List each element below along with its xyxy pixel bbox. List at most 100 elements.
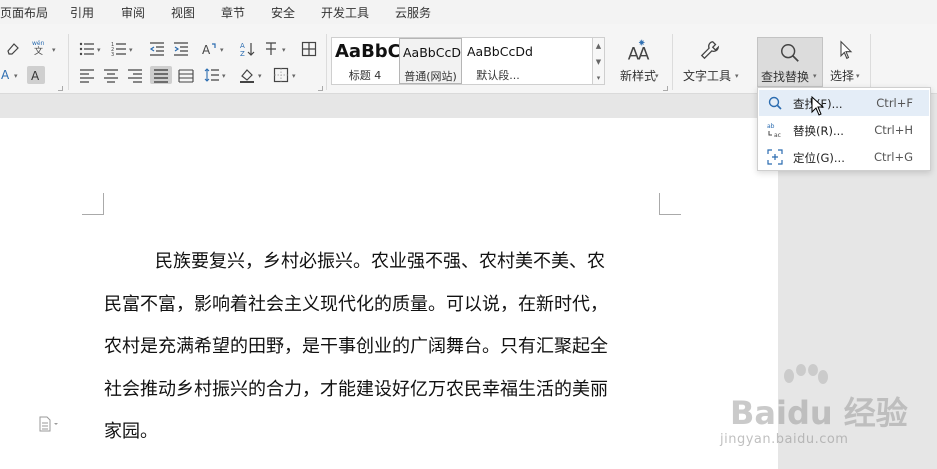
menu-page-layout[interactable]: 页面布局 bbox=[0, 4, 48, 21]
group-divider bbox=[870, 34, 871, 90]
align-left-icon[interactable] bbox=[78, 66, 96, 84]
chevron-down-icon[interactable]: ▾ bbox=[258, 72, 262, 80]
style-sample: AaBbCcDd bbox=[467, 44, 533, 59]
distributed-align-icon[interactable] bbox=[177, 66, 195, 84]
table-grid-icon[interactable] bbox=[300, 40, 318, 58]
chevron-down-icon[interactable]: ▾ bbox=[282, 46, 286, 54]
chevron-down-icon[interactable]: ▾ bbox=[735, 72, 739, 80]
watermark-url: jingyan.baidu.com bbox=[720, 432, 849, 447]
crop-mark-top-right bbox=[659, 193, 681, 215]
align-right-icon[interactable] bbox=[126, 66, 144, 84]
menu-item-shortcut: Ctrl+F bbox=[876, 96, 913, 110]
svg-text:文: 文 bbox=[34, 45, 43, 55]
menu-cloud-service[interactable]: 云服务 bbox=[395, 4, 431, 21]
chevron-down-icon[interactable]: ▾ bbox=[856, 72, 860, 80]
select-button[interactable]: 选择 bbox=[826, 34, 866, 90]
menu-item-label: 替换(R)... bbox=[793, 124, 844, 138]
menu-developer-tools[interactable]: 开发工具 bbox=[321, 4, 369, 21]
menu-item-goto[interactable]: 定位(G)... Ctrl+G bbox=[759, 144, 929, 170]
menu-review[interactable]: 审阅 bbox=[121, 4, 145, 21]
new-style-button[interactable]: AA 新样式 bbox=[610, 34, 666, 90]
style-name: 普通(网站) bbox=[404, 70, 457, 83]
svg-text:A: A bbox=[638, 43, 650, 63]
chevron-down-icon[interactable]: ▾ bbox=[220, 46, 224, 54]
style-gallery: AaBbC 标题 4 AaBbCcD 普通(网站) AaBbCcDd 默认段..… bbox=[331, 37, 593, 85]
style-name: 标题 4 bbox=[348, 69, 382, 82]
scroll-down-icon[interactable]: ▼ bbox=[593, 54, 604, 70]
select-label: 选择 bbox=[830, 69, 855, 83]
chevron-down-icon[interactable]: ▾ bbox=[292, 72, 296, 80]
style-name: 默认段... bbox=[476, 69, 520, 82]
magnifier-icon bbox=[776, 39, 804, 67]
paragraph-line: 民族要复兴，乡村必振兴。农业强不强、农村美不美、农 bbox=[155, 251, 605, 272]
svg-text:ab: ab bbox=[767, 123, 775, 130]
svg-text:3: 3 bbox=[111, 52, 114, 57]
chevron-down-icon[interactable]: ▾ bbox=[129, 46, 133, 54]
menu-item-shortcut: Ctrl+G bbox=[873, 150, 913, 164]
align-center-icon[interactable] bbox=[102, 66, 120, 84]
menu-item-find[interactable]: 查找(F)... Ctrl+F bbox=[759, 90, 929, 116]
paragraph-line: 家园。 bbox=[104, 421, 158, 442]
menu-security[interactable]: 安全 bbox=[271, 4, 295, 21]
chevron-down-icon[interactable]: ▾ bbox=[52, 46, 56, 54]
mouse-cursor-icon bbox=[811, 95, 825, 116]
bullet-list-icon[interactable] bbox=[78, 40, 96, 58]
crop-mark-top-left bbox=[82, 193, 104, 215]
style-default-paragraph[interactable]: AaBbCcDd 默认段... bbox=[464, 38, 533, 84]
style-gallery-scroller[interactable]: ▲ ▼ ▾ bbox=[593, 37, 605, 85]
paragraph-line: 社会推动乡村振兴的合力，才能建设好亿万农民幸福生活的美丽 bbox=[104, 378, 608, 400]
paragraph-menu-icon[interactable] bbox=[38, 416, 58, 432]
menu-item-shortcut: Ctrl+H bbox=[874, 123, 913, 137]
menu-view[interactable]: 视图 bbox=[171, 4, 195, 21]
menu-item-replace[interactable]: ab ac 替换(R)... Ctrl+H bbox=[759, 117, 929, 143]
increase-indent-icon[interactable] bbox=[172, 40, 190, 58]
svg-text:A: A bbox=[202, 43, 211, 57]
new-style-icon: AA bbox=[624, 36, 652, 64]
numbered-list-icon[interactable]: 123 bbox=[110, 40, 128, 58]
ribbon: wén 文 ▾ A ▾ A ▾ 123 ▾ A ▾ AZ ▾ ▾ ▾ ▾ AaB… bbox=[0, 24, 937, 94]
align-justify-icon[interactable] bbox=[150, 66, 172, 84]
group-divider bbox=[68, 34, 69, 90]
find-replace-menu: 查找(F)... Ctrl+F ab ac 替换(R)... Ctrl+H 定位(… bbox=[757, 87, 931, 171]
text-tools-label: 文字工具 bbox=[683, 69, 732, 83]
search-icon bbox=[767, 95, 783, 111]
style-sample: AaBbCcD bbox=[403, 45, 461, 60]
chevron-down-icon[interactable]: ▾ bbox=[97, 46, 101, 54]
phonetic-guide-icon[interactable]: wén 文 bbox=[30, 38, 48, 56]
border-icon[interactable] bbox=[272, 66, 290, 84]
chevron-down-icon[interactable]: ▾ bbox=[655, 72, 659, 80]
shading-icon[interactable] bbox=[238, 66, 256, 84]
decrease-indent-icon[interactable] bbox=[148, 40, 166, 58]
chevron-down-icon[interactable]: ▾ bbox=[14, 72, 18, 80]
group-divider bbox=[672, 34, 673, 90]
chevron-down-icon[interactable]: ▾ bbox=[813, 72, 817, 80]
scroll-up-icon[interactable]: ▲ bbox=[593, 38, 604, 54]
pointer-arrow-icon bbox=[832, 36, 860, 64]
menu-references[interactable]: 引用 bbox=[70, 4, 94, 21]
document-paragraph[interactable]: 民族要复兴，乡村必振兴。农业强不强、农村美不美、农 民富不富，影响着社会主义现代… bbox=[104, 241, 664, 454]
wrench-icon bbox=[696, 36, 724, 64]
svg-text:wén: wén bbox=[32, 40, 45, 47]
group-divider bbox=[326, 34, 327, 90]
svg-text:A: A bbox=[31, 69, 40, 83]
eraser-icon[interactable] bbox=[4, 40, 22, 58]
line-spacing-icon[interactable] bbox=[203, 66, 221, 84]
baidu-watermark: Baidu 经验 jingyan.baidu.com bbox=[720, 362, 930, 462]
style-normal-web[interactable]: AaBbCcD 普通(网站) bbox=[399, 38, 462, 84]
sort-icon[interactable]: AZ bbox=[238, 40, 256, 58]
goto-target-icon bbox=[767, 149, 783, 165]
chevron-down-icon[interactable]: ▾ bbox=[222, 72, 226, 80]
menu-section[interactable]: 章节 bbox=[221, 4, 245, 21]
text-tools-button[interactable]: 文字工具 bbox=[678, 34, 742, 90]
svg-text:Z: Z bbox=[240, 50, 245, 57]
group-launcher-icon[interactable] bbox=[318, 86, 323, 91]
show-marks-icon[interactable] bbox=[262, 40, 280, 58]
paragraph-line: 农村是充满希望的田野，是干事创业的广阔舞台。只有汇聚起全 bbox=[104, 336, 608, 357]
gallery-expand-icon[interactable]: ▾ bbox=[593, 70, 604, 86]
style-heading-4[interactable]: AaBbC 标题 4 bbox=[332, 38, 401, 84]
group-launcher-icon[interactable] bbox=[58, 86, 63, 91]
char-shading-icon[interactable]: A bbox=[27, 66, 45, 84]
group-launcher-icon[interactable] bbox=[663, 86, 668, 91]
text-direction-icon[interactable]: A bbox=[200, 40, 218, 58]
replace-icon: ab ac bbox=[767, 122, 783, 139]
